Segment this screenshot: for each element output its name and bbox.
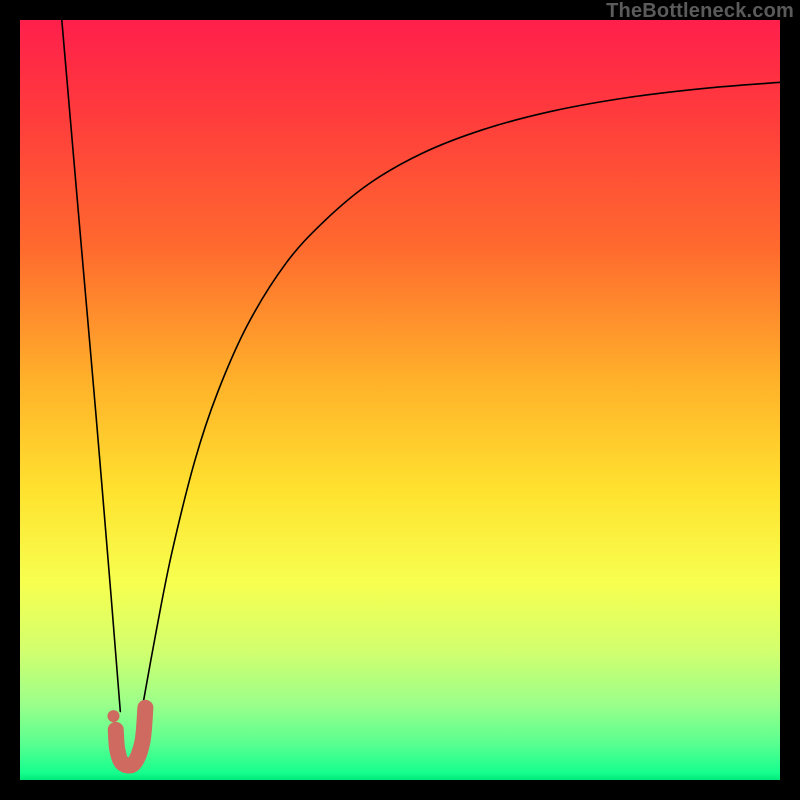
series-valley-dot <box>107 710 119 722</box>
series-valley-marker <box>116 708 146 766</box>
series-left-branch <box>62 20 121 712</box>
plot-area <box>20 20 780 780</box>
series-right-branch <box>142 82 780 711</box>
outer-frame: TheBottleneck.com <box>0 0 800 800</box>
chart-canvas <box>20 20 780 780</box>
watermark-text: TheBottleneck.com <box>606 0 794 23</box>
